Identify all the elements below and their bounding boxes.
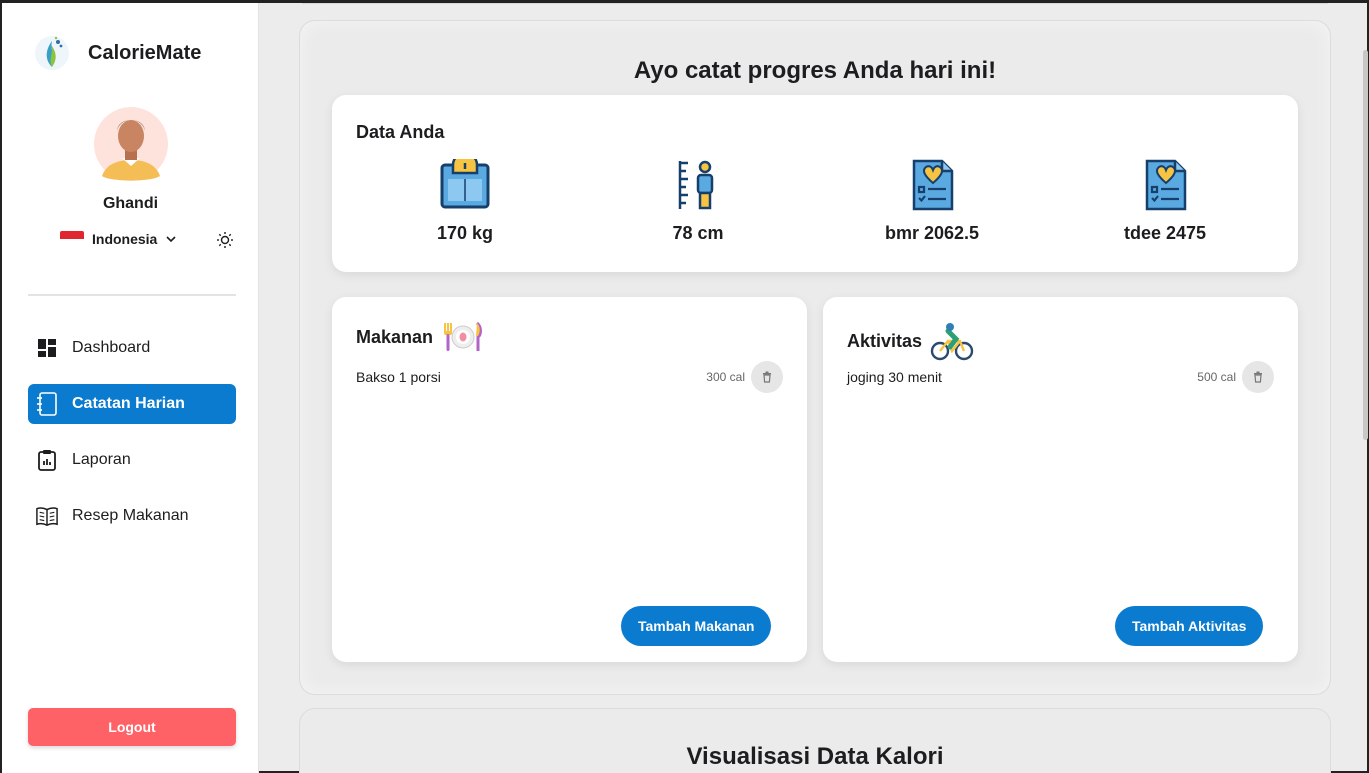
caloriemate-logo-icon (35, 36, 69, 70)
food-card-title: Makanan (356, 321, 485, 353)
app-name: CalorieMate (88, 41, 202, 64)
avatar[interactable] (94, 106, 168, 182)
page-scrollbar[interactable] (1363, 50, 1368, 440)
weight-stat: 170 kg (385, 159, 545, 244)
scale-icon (440, 159, 490, 209)
user-data-card: Data Anda 170 kg 78 cm bmr 2062.5 tdee 2… (332, 95, 1298, 272)
delete-activity-button[interactable] (1242, 361, 1274, 393)
data-card-title: Data Anda (356, 122, 445, 142)
bmr-value: bmr 2062.5 (884, 223, 980, 243)
sidebar-item-dashboard[interactable]: Dashboard (28, 328, 236, 368)
chevron-down-icon (166, 236, 176, 243)
language-label: Indonesia (92, 231, 158, 247)
sidebar-item-label: Catatan Harian (72, 395, 185, 412)
food-entry-calories: 300 cal (706, 370, 745, 384)
activity-entry-name: joging 30 menit (847, 369, 942, 385)
tdee-stat: tdee 2475 (1085, 159, 1245, 244)
activity-entry: joging 30 menit 500 cal (847, 361, 1274, 393)
food-entry: Bakso 1 porsi 300 cal (356, 361, 783, 393)
food-title-text: Makanan (356, 326, 434, 347)
plate-cutlery-icon (444, 321, 483, 351)
activity-card-title: Aktivitas (847, 321, 974, 361)
delete-food-button[interactable] (751, 361, 783, 393)
indonesia-flag-icon (60, 231, 84, 247)
sidebar-nav: Dashboard Catatan Harian Laporan Resep M… (28, 328, 236, 552)
trash-icon (1254, 371, 1262, 383)
add-food-button[interactable]: Tambah Makanan (621, 606, 772, 646)
sidebar-item-label: Resep Makanan (72, 507, 189, 524)
sidebar-item-label: Dashboard (72, 339, 151, 356)
food-card: Makanan Bakso 1 porsi 300 cal Tambah Mak… (332, 297, 807, 662)
trash-icon (763, 371, 771, 383)
bmr-stat: bmr 2062.5 (852, 159, 1012, 244)
language-selector[interactable]: Indonesia (60, 231, 177, 247)
sidebar-item-label: Laporan (72, 451, 131, 468)
sidebar-divider (28, 294, 236, 296)
health-report-icon (1145, 159, 1187, 211)
tdee-value: tdee 2475 (1123, 223, 1207, 243)
sidebar: CalorieMate Ghandi Indonesia Dashboard C… (2, 3, 259, 773)
book-icon (36, 505, 58, 527)
clipboard-icon (36, 449, 58, 471)
user-name: Ghandi (102, 195, 159, 212)
page-title: Ayo catat progres Anda hari ini! (633, 57, 997, 84)
activity-entry-calories: 500 cal (1197, 370, 1236, 384)
add-activity-button[interactable]: Tambah Aktivitas (1115, 606, 1264, 646)
cyclist-icon (930, 323, 974, 361)
activity-card: Aktivitas joging 30 menit 500 cal Tambah… (823, 297, 1298, 662)
dashboard-icon (36, 337, 58, 359)
sidebar-item-catatan-harian[interactable]: Catatan Harian (28, 384, 236, 424)
height-value: 78 cm (672, 223, 724, 243)
brand[interactable]: CalorieMate (34, 33, 201, 73)
height-ruler-icon (678, 160, 714, 210)
weight-value: 170 kg (436, 223, 494, 243)
sidebar-item-resep-makanan[interactable]: Resep Makanan (28, 496, 236, 536)
health-report-icon (912, 159, 954, 211)
sun-icon[interactable] (216, 231, 234, 249)
food-entry-name: Bakso 1 porsi (356, 369, 441, 385)
height-stat: 78 cm (618, 159, 778, 244)
notebook-icon (36, 392, 58, 416)
activity-title-text: Aktivitas (847, 330, 923, 351)
logout-button[interactable]: Logout (28, 708, 236, 746)
top-divider (302, 3, 1328, 4)
visualization-title: Visualisasi Data Kalori (686, 743, 944, 770)
sidebar-item-laporan[interactable]: Laporan (28, 440, 236, 480)
